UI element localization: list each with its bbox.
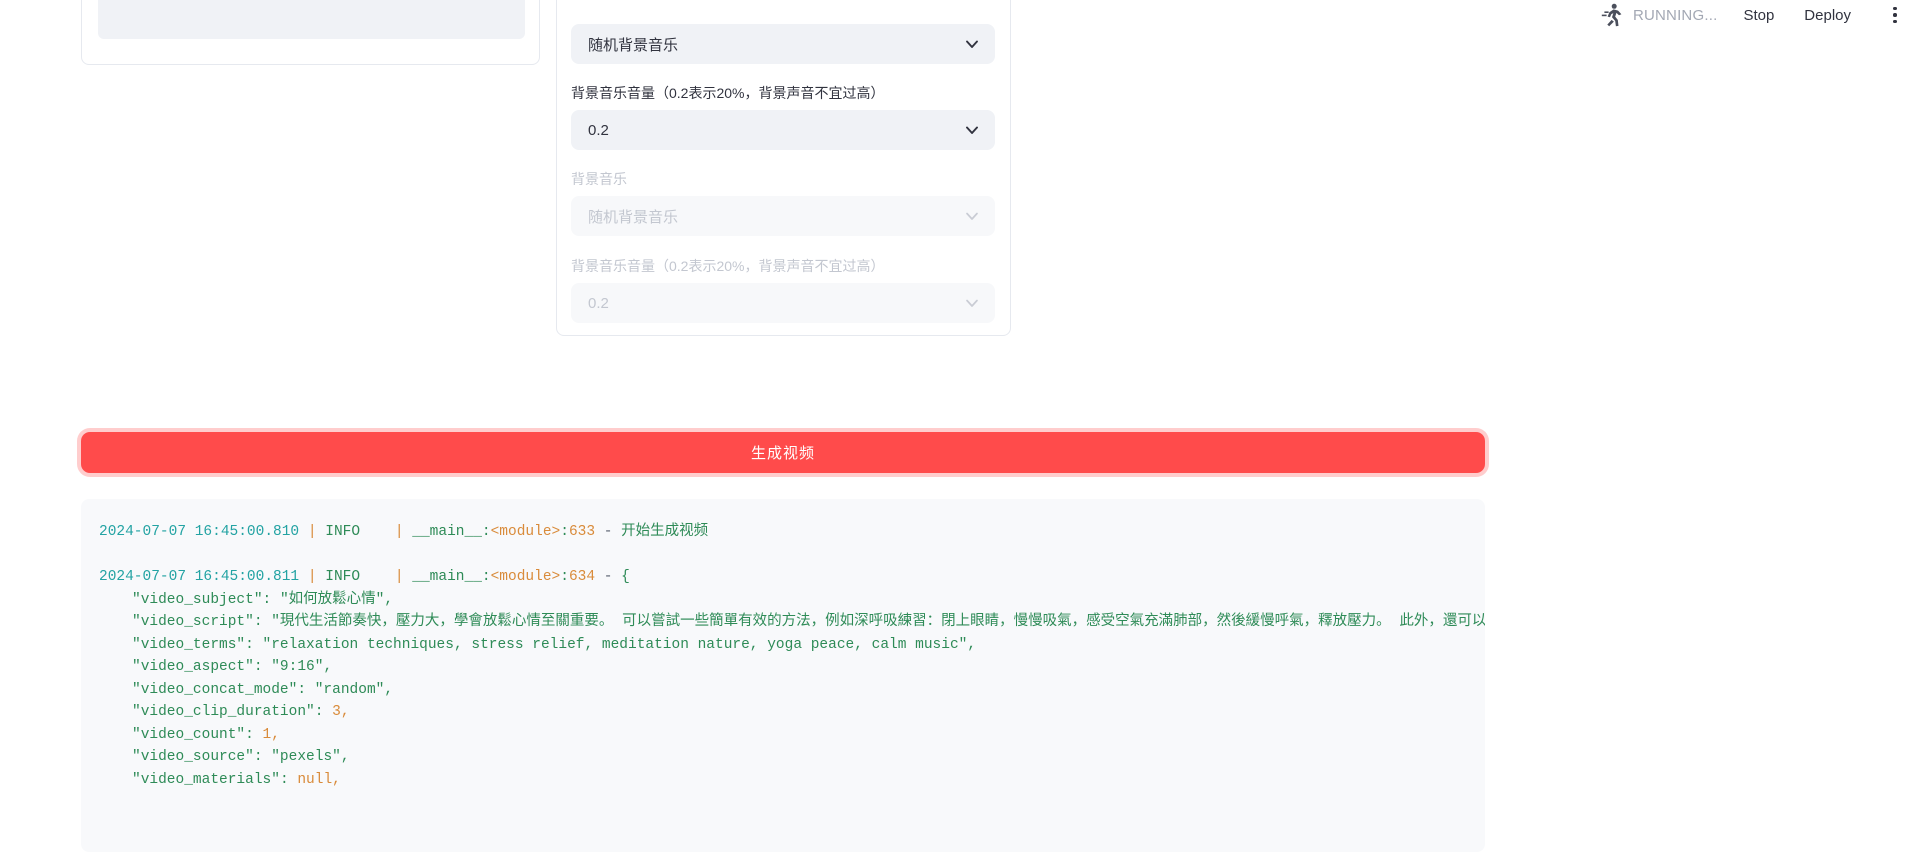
status-badge: RUNNING...	[1632, 6, 1718, 24]
log-spacer	[81, 543, 1485, 566]
deploy-button[interactable]: Deploy	[1804, 7, 1851, 24]
log-json-line: "video_terms": "relaxation techniques, s…	[132, 636, 977, 653]
bgm-volume-label: 背景音乐音量（0.2表示20%，背景声音不宜过高）	[571, 85, 885, 101]
bgm-select-value: 随机背景音乐	[588, 36, 679, 54]
log-json-line: "video_script": "現代生活節奏快，壓力大，學會放鬆心情至關重要。…	[132, 614, 1485, 631]
log-json-line: "video_aspect": "9:16",	[132, 659, 333, 676]
log-json-line: "video_materials": null,	[132, 771, 341, 788]
log-json-line: "video_concat_mode": "random",	[132, 681, 394, 698]
log-output-panel[interactable]: 2024-07-07 16:45:00.810 | INFO | __main_…	[81, 499, 1485, 852]
bgm-volume-disabled-label: 背景音乐音量（0.2表示20%，背景声音不宜过高）	[571, 258, 885, 274]
chevron-down-icon	[964, 208, 980, 224]
log-json-line: "video_source": "pexels",	[132, 749, 350, 766]
script-input-card	[81, 0, 540, 65]
bgm-volume-disabled: 0.2	[571, 283, 995, 324]
log-entry: 2024-07-07 16:45:00.810 | INFO | __main_…	[99, 524, 709, 540]
kebab-menu-icon[interactable]	[1885, 2, 1905, 28]
bgm-volume-disabled-value: 0.2	[588, 294, 609, 312]
running-man-icon	[1599, 2, 1625, 28]
log-json-line: "video_clip_duration": 3,	[132, 704, 350, 721]
log-entry: 2024-07-07 16:45:00.811 | INFO | __main_…	[99, 569, 630, 586]
chevron-down-icon	[964, 122, 980, 138]
bgm-select-disabled-label: 背景音乐	[571, 171, 627, 187]
stop-button[interactable]: Stop	[1743, 7, 1774, 24]
log-json-line: "video_count": 1,	[132, 726, 280, 743]
chevron-down-icon	[964, 295, 980, 311]
streamlit-app-page: RUNNING... Stop Deploy 随机背景音乐 背景音乐音量（0.2…	[0, 0, 1915, 852]
bgm-select-disabled: 随机背景音乐	[571, 196, 995, 237]
bgm-volume-select[interactable]: 0.2	[571, 110, 995, 151]
log-json-line: "video_subject": "如何放鬆心情",	[132, 591, 394, 608]
video-script-textarea[interactable]	[98, 0, 525, 39]
generate-video-button[interactable]: 生成视频	[81, 432, 1485, 473]
bgm-select[interactable]: 随机背景音乐	[571, 24, 995, 64]
app-status-toolbar: RUNNING... Stop Deploy	[1598, 0, 1915, 30]
generate-video-button-label: 生成视频	[750, 445, 815, 462]
bgm-select-disabled-value: 随机背景音乐	[588, 208, 679, 226]
chevron-down-icon	[964, 36, 980, 52]
bgm-volume-value: 0.2	[588, 121, 609, 139]
